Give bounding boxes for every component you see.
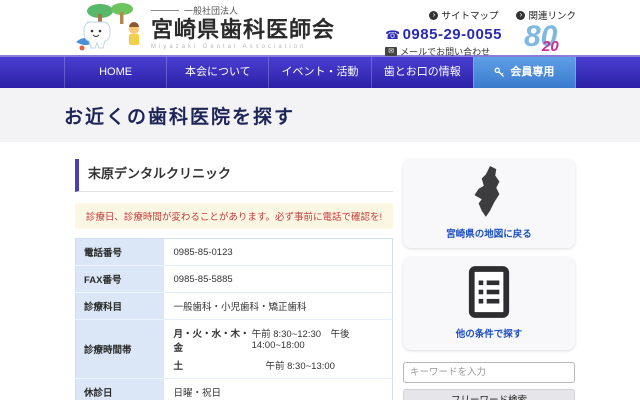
header: 一般社団法人 宮崎県歯科医師会 Miyazaki Dental Associat… [0, 0, 640, 55]
free-word-search-button[interactable]: フリーワード検索 [403, 389, 575, 400]
page: 一般社団法人 宮崎県歯科医師会 Miyazaki Dental Associat… [0, 0, 640, 400]
sitemap-link[interactable]: › サイトマップ [429, 8, 498, 22]
back-to-map-card[interactable]: 宮崎県の地図に戻る [403, 159, 575, 248]
sitemap-link-label: サイトマップ [441, 8, 498, 22]
row-value: 一般歯科・小児歯科・矯正歯科 [164, 293, 393, 320]
nav-item-members-only[interactable]: 会員専用 [473, 57, 576, 88]
hours-time: 午前 8:30~13:00 [266, 358, 335, 372]
clinic-detail-panel: 末原デンタルクリニック 診療日、診療時間が変わることがあります。必ず事前に電話で… [75, 142, 393, 400]
other-conditions-card[interactable]: 他の条件で探す [403, 257, 575, 350]
hours-time: 午前 8:30~12:30 午後 14:00~18:00 [252, 326, 382, 354]
nav-item-events[interactable]: イベント・活動 [268, 57, 370, 88]
arrow-circle-icon: › [429, 11, 438, 20]
row-value: 0985-85-5885 [164, 266, 393, 293]
row-label: 診療科目 [76, 293, 164, 320]
contact-block: ☎0985-29-0055 ✉ メールでお問い合わせ [385, 26, 502, 58]
nav-item-home[interactable]: HOME [64, 57, 166, 88]
header-right: › サイトマップ › 関連リンク ☎0985-29-0055 ✉ メールでお問い… [385, 8, 576, 60]
miyazaki-prefecture-icon [470, 165, 508, 219]
nav-item-about[interactable]: 本会について [166, 57, 268, 88]
org-name: 宮崎県歯科医師会 [151, 17, 335, 42]
hours-line-saturday: 土 午前 8:30~13:00 [174, 358, 383, 372]
phone-number-text: 0985-29-0055 [403, 26, 502, 43]
row-label: FAX番号 [76, 266, 164, 293]
nav-members-label: 会員専用 [510, 57, 554, 88]
table-row-subjects: 診療科目 一般歯科・小児歯科・矯正歯科 [76, 293, 393, 320]
row-label: 電話番号 [76, 239, 164, 266]
mail-icon: ✉ [385, 47, 397, 56]
other-conditions-link[interactable]: 他の条件で探す [403, 326, 575, 340]
phone-number[interactable]: ☎0985-29-0055 [385, 26, 502, 43]
back-to-map-link[interactable]: 宮崎県の地図に戻る [403, 226, 575, 240]
hours-days: 土 [174, 358, 266, 372]
mail-contact-link[interactable]: ✉ メールでお問い合わせ [385, 45, 502, 58]
table-row-phone: 電話番号 0985-85-0123 [76, 239, 393, 266]
notice-banner: 診療日、診療時間が変わることがあります。必ず事前に電話で確認を! [75, 203, 393, 229]
title-band: お近くの歯科医院を探す [0, 88, 640, 142]
hours-days: 月・火・水・木・金 [174, 326, 252, 354]
row-value: 月・火・水・木・金 午前 8:30~12:30 午後 14:00~18:00 土… [164, 320, 393, 379]
row-label: 診療時間帯 [76, 320, 164, 379]
hours-line-weekdays: 月・火・水・木・金 午前 8:30~12:30 午後 14:00~18:00 [174, 326, 383, 354]
clinic-name-heading: 末原デンタルクリニック [75, 159, 393, 192]
page-title: お近くの歯科医院を探す [64, 102, 295, 129]
8020-logo-20: 20 [542, 38, 559, 55]
org-type: 一般社団法人 [151, 4, 335, 17]
arrow-circle-icon: › [516, 11, 525, 20]
site-logo[interactable]: 一般社団法人 宮崎県歯科医師会 Miyazaki Dental Associat… [72, 2, 335, 52]
row-value: 日曜・祝日 [164, 379, 393, 400]
keyword-input[interactable] [403, 362, 575, 383]
8020-campaign-logo: 80 20 [524, 26, 576, 60]
mascot-logo-icon [72, 2, 146, 52]
table-row-hours: 診療時間帯 月・火・水・木・金 午前 8:30~12:30 午後 14:00~1… [76, 320, 393, 379]
logo-text: 一般社団法人 宮崎県歯科医師会 Miyazaki Dental Associat… [151, 4, 335, 49]
search-sidebar: 宮崎県の地図に戻る 他の条件で探す フリーワード検索 [403, 142, 575, 400]
table-row-closed: 休診日 日曜・祝日 [76, 379, 393, 400]
row-label: 休診日 [76, 379, 164, 400]
main-area: 末原デンタルクリニック 診療日、診療時間が変わることがあります。必ず事前に電話で… [0, 142, 640, 400]
clinic-info-table: 電話番号 0985-85-0123 FAX番号 0985-85-5885 診療科… [75, 238, 393, 400]
row-value: 0985-85-0123 [164, 239, 393, 266]
phone-icon: ☎ [385, 28, 400, 42]
org-name-en: Miyazaki Dental Association [151, 44, 335, 50]
key-icon [494, 67, 505, 78]
contact-row: ☎0985-29-0055 ✉ メールでお問い合わせ 80 20 [385, 26, 576, 60]
nav-item-oral-info[interactable]: 歯とお口の情報 [371, 57, 473, 88]
table-row-fax: FAX番号 0985-85-5885 [76, 266, 393, 293]
mail-contact-label: メールでお問い合わせ [400, 45, 490, 58]
condition-list-icon [466, 265, 512, 319]
